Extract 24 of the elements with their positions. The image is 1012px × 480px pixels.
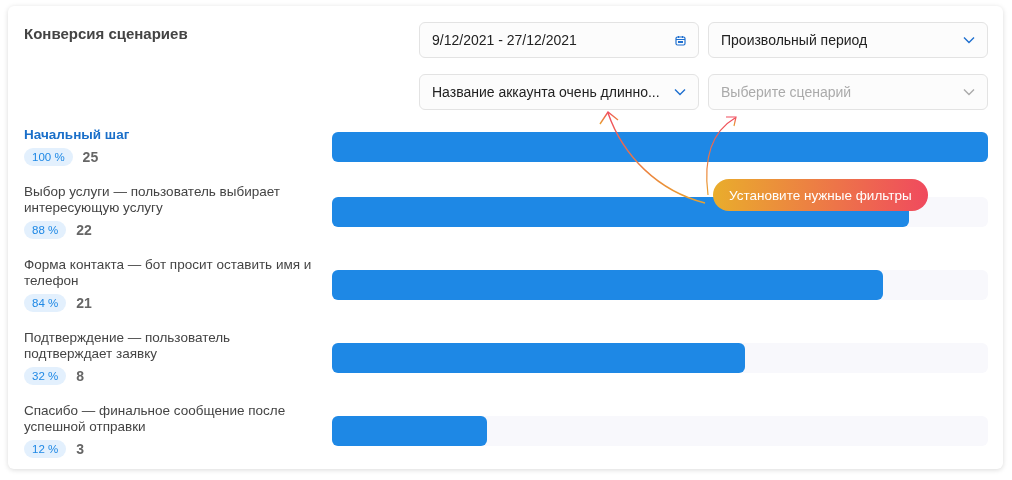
step-name: Выбор услуги — пользователь выбирает интересующую услугу [24,184,282,216]
step-name: Начальный шаг [24,127,131,143]
select-field[interactable]: Произвольный период [708,22,988,58]
card-title: Конверсия сценариев [24,25,188,44]
step-count: 3 [76,441,84,457]
calendar-icon [675,34,686,46]
date-range-field[interactable]: 9/12/2021 - 27/12/2021 [419,22,699,58]
select-field[interactable]: Название аккаунта очень длинно... [419,74,699,110]
step-count: 22 [76,222,92,238]
step-count: 8 [76,368,84,384]
percent-badge: 100 % [24,148,73,166]
step-name: Спасибо — финальное сообщение после успешной отправки [24,403,287,435]
percent-badge: 12 % [24,440,67,458]
step-count: 21 [76,295,92,311]
chevron-down-icon [674,88,686,96]
hint-tooltip: Установите нужные фильтры [713,179,928,211]
percent-badge: 32 % [24,367,67,385]
percent-badge: 84 % [24,294,67,312]
step-name: Подтверждение — пользователь подтверждает заявку [24,330,232,362]
step-name: Форма контакта — бот просит оставить имя и телефон [24,257,313,289]
percent-badge: 88 % [24,221,67,239]
chevron-down-icon [963,36,975,44]
chevron-down-icon [963,88,975,96]
step-count: 25 [82,149,99,165]
